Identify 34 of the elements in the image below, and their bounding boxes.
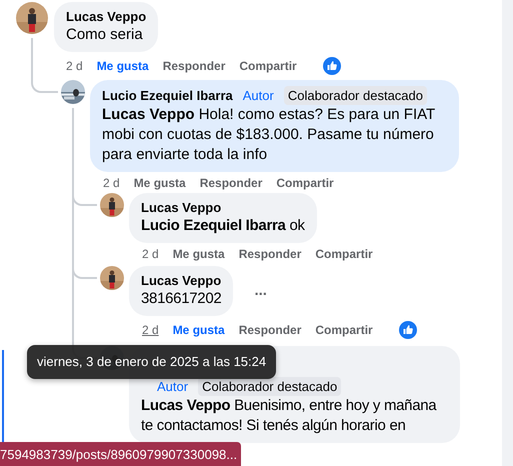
like-reaction-icon[interactable]: [322, 57, 341, 75]
like-button[interactable]: Me gusta: [96, 57, 149, 75]
comment-text: 3816617202: [141, 289, 222, 309]
share-button[interactable]: Compartir: [276, 174, 334, 192]
share-button[interactable]: Compartir: [239, 57, 297, 75]
reply-button[interactable]: Responder: [238, 321, 302, 339]
author-name[interactable]: Lucas Veppo: [66, 8, 146, 25]
timestamp-link[interactable]: 2 d: [103, 174, 120, 192]
reply-button[interactable]: Responder: [238, 244, 302, 262]
like-button[interactable]: Me gusta: [172, 244, 225, 262]
comment-text: Lucas Veppo Hola! como estas? Es para un FIAT mobi con cuotas de $183.000. Pasame tu número para enviarte toda la info: [102, 105, 436, 165]
reply-button[interactable]: Responder: [162, 57, 226, 75]
share-button[interactable]: Compartir: [315, 321, 373, 339]
author-name[interactable]: Lucas Veppo: [141, 272, 222, 289]
like-button[interactable]: Me gusta: [134, 174, 186, 192]
comment-text: Lucio Ezequiel Ibarra ok: [141, 216, 305, 236]
role-label: Colaborador destacado: [284, 86, 427, 105]
date-tooltip: viernes, 3 de enero de 2025 a las 15:24: [27, 345, 276, 378]
comment-text: Lucas Veppo Buenisimo, entre hoy y mañana te contactamos! Si tenés algún horario en: [141, 396, 438, 436]
like-reaction-icon[interactable]: [398, 321, 417, 339]
author-name[interactable]: Lucas Veppo: [141, 199, 222, 216]
timestamp-link[interactable]: 2 d: [66, 57, 83, 75]
author-name[interactable]: Lucio Ezequiel Ibarra: [102, 87, 233, 104]
more-options-button[interactable]: ...: [250, 280, 271, 302]
link-status-bar: 7594983739/posts/8960979907330098...: [0, 442, 242, 466]
like-button[interactable]: Me gusta: [172, 321, 225, 339]
reply-button[interactable]: Responder: [200, 174, 262, 192]
timestamp-link[interactable]: 2 d: [142, 244, 159, 262]
share-button[interactable]: Compartir: [315, 244, 373, 262]
role-label: Colaborador destacado: [198, 377, 342, 396]
timestamp-link[interactable]: 2 d: [142, 321, 159, 339]
author-label: Autor: [156, 378, 190, 396]
author-label: Autor: [242, 87, 275, 105]
comment-text: Como seria: [66, 25, 144, 45]
